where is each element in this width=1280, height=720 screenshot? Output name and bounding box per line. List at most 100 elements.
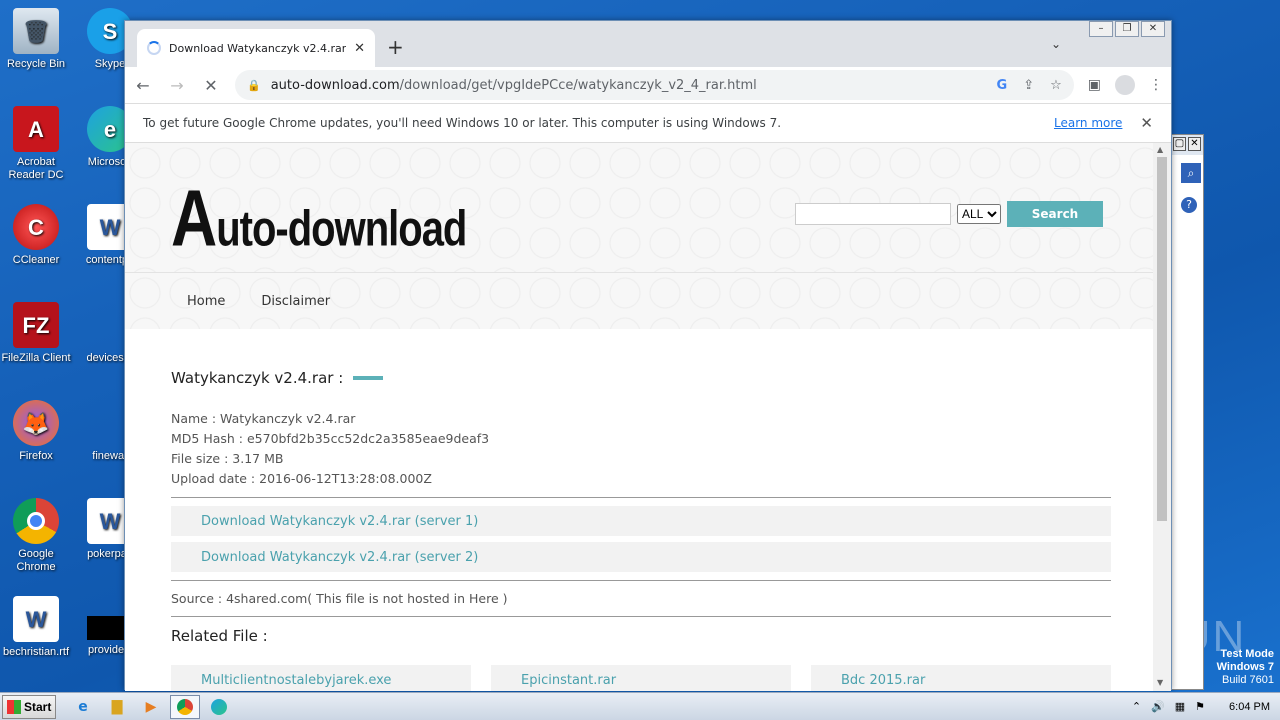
url-host: auto-download.com (270, 77, 400, 93)
close-icon[interactable]: ✕ (1188, 137, 1201, 151)
word-doc-icon: W (13, 596, 59, 642)
search-category-select[interactable]: ALL (957, 204, 1001, 224)
download-link-server-1[interactable]: Download Watykanczyk v2.4.rar (server 1) (171, 506, 1111, 536)
profile-avatar-icon[interactable] (1115, 75, 1135, 95)
chrome-icon (13, 498, 59, 544)
desktop-icon-firefox[interactable]: 🦊 Firefox (0, 400, 72, 463)
tab-close-icon[interactable]: ✕ (354, 41, 365, 56)
acrobat-icon: A (13, 106, 59, 152)
google-lens-icon[interactable]: G (997, 78, 1008, 93)
site-search-input[interactable] (795, 203, 951, 225)
url-path: /download/get/vpgIdePCce/watykanczyk_v2_… (399, 77, 757, 93)
desktop-icon-google-chrome[interactable]: Google Chrome (0, 498, 72, 574)
title-accent-bar (353, 376, 384, 380)
firefox-icon: 🦊 (13, 400, 59, 446)
action-center-flag-icon[interactable]: ⚑ (1195, 700, 1205, 713)
chrome-taskbar-icon[interactable] (170, 694, 200, 719)
file-title: Watykanczyk v2.4.rar : (171, 369, 1111, 387)
background-window[interactable]: ▢ ✕ ⌕ ? (1170, 134, 1204, 690)
infobar-message: To get future Google Chrome updates, you… (143, 116, 782, 130)
related-files-grid: Multiclientnostalebyjarek.exe Epicinstan… (171, 665, 1111, 691)
back-icon[interactable]: ← (133, 76, 153, 95)
start-button[interactable]: Start (2, 694, 56, 719)
scroll-down-icon[interactable]: ▼ (1157, 678, 1163, 687)
chrome-window[interactable]: Download Watykanczyk v2.4.rar | A ✕ + ⌄ … (124, 20, 1172, 691)
nav-home[interactable]: Home (187, 294, 225, 309)
file-upload-date: Upload date : 2016-06-12T13:28:08.000Z (171, 471, 432, 486)
tray-expand-icon[interactable]: ⌃ (1132, 700, 1141, 713)
desktop-icon-acrobat[interactable]: A Acrobat Reader DC (0, 106, 72, 182)
network-icon[interactable]: ▦ (1175, 700, 1185, 713)
tab-active[interactable]: Download Watykanczyk v2.4.rar | A ✕ (137, 29, 375, 67)
site-search: ALL Search (795, 201, 1103, 227)
divider (171, 497, 1111, 498)
divider (171, 580, 1111, 581)
new-tab-icon[interactable]: + (387, 35, 404, 59)
forward-icon[interactable]: → (167, 76, 187, 95)
windows-logo-icon (7, 699, 21, 714)
address-bar[interactable]: 🔒 auto-download.com/download/get/vpgIdeP… (235, 70, 1074, 100)
test-mode-label: Test Mode Windows 7 Build 7601 (1216, 648, 1274, 686)
learn-more-link[interactable]: Learn more (1054, 116, 1122, 130)
nav-disclaimer[interactable]: Disclaimer (261, 294, 330, 309)
file-details: Watykanczyk v2.4.rar : Name : Watykanczy… (125, 329, 1111, 691)
volume-icon[interactable]: 🔊 (1151, 700, 1165, 713)
tab-strip: Download Watykanczyk v2.4.rar | A ✕ + ⌄ … (125, 21, 1171, 67)
desktop-icon-bechristian[interactable]: W bechristian.rtf (0, 596, 72, 659)
side-panel-icon[interactable]: ▣ (1088, 77, 1101, 93)
desktop-icon-ccleaner[interactable]: C CCleaner (0, 204, 72, 267)
toolbar-right: ▣ ⋮ (1088, 75, 1163, 95)
internet-explorer-icon[interactable]: e (68, 695, 98, 719)
site-logo[interactable]: Auto-download (171, 178, 467, 258)
close-window-icon[interactable]: ✕ (1141, 21, 1165, 37)
share-icon[interactable]: ⇪ (1023, 78, 1034, 93)
related-file-link[interactable]: Multiclientnostalebyjarek.exe (171, 665, 471, 691)
browser-toolbar: ← → ✕ 🔒 auto-download.com/download/get/v… (125, 67, 1171, 103)
page-viewport[interactable]: Auto-download ALL Search Home Disclaimer… (125, 143, 1155, 691)
help-icon[interactable]: ? (1181, 197, 1197, 213)
window-controls: – ❐ ✕ (1089, 21, 1165, 37)
desktop-icon-recycle-bin[interactable]: 🗑 Recycle Bin (0, 8, 72, 71)
site-header: Auto-download ALL Search (125, 143, 1155, 273)
related-file-link[interactable]: Epicinstant.rar (491, 665, 791, 691)
scrollbar-thumb[interactable] (1157, 157, 1167, 521)
desktop-icon-filezilla[interactable]: FZ FileZilla Client (0, 302, 72, 365)
magnifier-icon[interactable]: ⌕ (1181, 163, 1201, 183)
recycle-bin-icon: 🗑 (13, 8, 59, 54)
filezilla-icon: FZ (13, 302, 59, 348)
menu-kebab-icon[interactable]: ⋮ (1149, 77, 1163, 93)
tab-search-chevron-icon[interactable]: ⌄ (1051, 37, 1061, 51)
download-link-server-2[interactable]: Download Watykanczyk v2.4.rar (server 2) (171, 542, 1111, 572)
file-source: Source : 4shared.com( This file is not h… (171, 591, 508, 606)
divider (171, 616, 1111, 617)
stop-loading-icon[interactable]: ✕ (201, 76, 221, 95)
scroll-up-icon[interactable]: ▲ (1157, 145, 1163, 154)
clock[interactable]: 6:04 PM (1229, 701, 1270, 713)
related-files-title: Related File : (171, 627, 268, 645)
tab-title: Download Watykanczyk v2.4.rar | A (169, 41, 347, 55)
lock-icon[interactable]: 🔒 (247, 79, 261, 92)
infobar-close-icon[interactable]: ✕ (1140, 114, 1153, 132)
file-md5: MD5 Hash : e570bfd2b35cc52dc2a3585eae9de… (171, 431, 490, 446)
search-button[interactable]: Search (1007, 201, 1103, 227)
restore-icon[interactable]: ❐ (1115, 21, 1139, 37)
file-size: File size : 3.17 MB (171, 451, 284, 466)
site-nav: Home Disclaimer (125, 273, 1155, 329)
file-explorer-icon[interactable]: ▇ (102, 695, 132, 719)
bookmark-star-icon[interactable]: ☆ (1050, 78, 1062, 93)
taskbar-pinned: e ▇ ▶ (68, 694, 234, 719)
minimize-icon[interactable]: – (1089, 21, 1113, 37)
file-meta: Name : Watykanczyk v2.4.rar MD5 Hash : e… (171, 409, 1111, 489)
omnibox-actions: G ⇪ ☆ (997, 78, 1062, 93)
taskbar: Start e ▇ ▶ ⌃ 🔊 ▦ ⚑ 6:04 PM (0, 692, 1280, 720)
loading-spinner-icon (147, 41, 161, 55)
system-tray: ⌃ 🔊 ▦ ⚑ 6:04 PM (1132, 700, 1280, 714)
edge-taskbar-icon[interactable] (204, 695, 234, 719)
update-infobar: To get future Google Chrome updates, you… (125, 103, 1171, 143)
restore-icon[interactable]: ▢ (1173, 137, 1186, 151)
page-scrollbar[interactable]: ▲ ▼ (1153, 143, 1171, 691)
media-player-icon[interactable]: ▶ (136, 695, 166, 719)
ccleaner-icon: C (13, 204, 59, 250)
related-file-link[interactable]: Bdc 2015.rar (811, 665, 1111, 691)
background-window-titlebar: ▢ ✕ (1171, 135, 1203, 155)
